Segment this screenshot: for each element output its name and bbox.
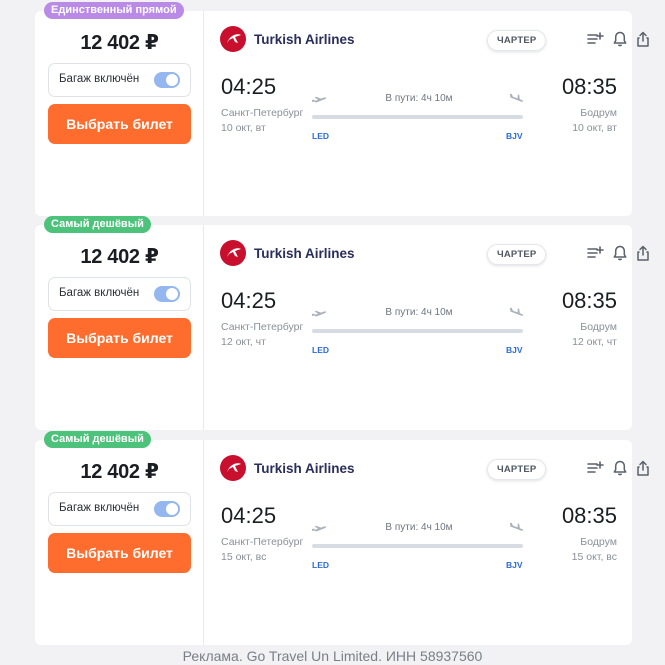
badge-direct: Единственный прямой bbox=[44, 2, 184, 19]
ticket-price: 12 402 ₽ bbox=[80, 246, 159, 268]
route-line bbox=[312, 115, 523, 119]
select-ticket-button[interactable]: Выбрать билет bbox=[48, 533, 191, 573]
arrival-date: 12 окт, чт bbox=[572, 336, 617, 348]
ticket-card: 12 402 ₽ Багаж включён Выбрать билет Tur… bbox=[35, 216, 649, 430]
departure-time: 04:25 bbox=[221, 503, 277, 528]
turkish-airlines-logo bbox=[220, 240, 246, 266]
departure-iata: LED bbox=[312, 560, 329, 570]
ticket-details: Turkish Airlines ЧАРТЕР 04:25 08:35 В пу… bbox=[204, 11, 649, 216]
baggage-label: Багаж включён bbox=[59, 73, 140, 85]
ticket-price: 12 402 ₽ bbox=[80, 32, 159, 54]
plane-landing-icon bbox=[510, 93, 524, 102]
departure-date: 10 окт, вт bbox=[221, 122, 266, 134]
baggage-label: Багаж включён bbox=[59, 502, 140, 514]
plane-landing-icon bbox=[510, 522, 524, 531]
arrival-date: 15 окт, вс bbox=[571, 551, 617, 563]
share-icon[interactable] bbox=[634, 30, 652, 48]
badge-cheapest: Самый дешёвый bbox=[44, 216, 151, 233]
ticket-price-panel: 12 402 ₽ Багаж включён Выбрать билет bbox=[35, 11, 204, 216]
ticket-details: Turkish Airlines ЧАРТЕР 04:25 08:35 В пу… bbox=[204, 225, 649, 430]
select-ticket-button[interactable]: Выбрать билет bbox=[48, 318, 191, 358]
turkish-airlines-logo bbox=[220, 26, 246, 52]
charter-badge: ЧАРТЕР bbox=[487, 244, 547, 265]
departure-iata: LED bbox=[312, 345, 329, 355]
badge-cheapest: Самый дешёвый bbox=[44, 431, 151, 448]
ad-disclaimer: Реклама. Go Travel Un Limited. ИНН 58937… bbox=[182, 648, 483, 664]
departure-city: Санкт-Петербург bbox=[221, 536, 304, 548]
airline-name: Turkish Airlines bbox=[254, 32, 355, 47]
list-plus-icon[interactable] bbox=[586, 244, 604, 262]
departure-date: 15 окт, вс bbox=[221, 551, 267, 563]
departure-iata: LED bbox=[312, 131, 329, 141]
departure-time: 04:25 bbox=[221, 288, 277, 313]
plane-takeoff-icon bbox=[312, 310, 327, 317]
route-line bbox=[312, 329, 523, 333]
arrival-time: 08:35 bbox=[561, 503, 617, 528]
arrival-iata: BJV bbox=[506, 131, 523, 141]
route-line bbox=[312, 544, 523, 548]
ticket-price-panel: 12 402 ₽ Багаж включён Выбрать билет bbox=[35, 440, 204, 645]
arrival-city: Бодрум bbox=[580, 536, 617, 548]
flight-duration: В пути: 4ч 10м bbox=[385, 522, 453, 533]
baggage-label: Багаж включён bbox=[59, 287, 140, 299]
baggage-option[interactable]: Багаж включён bbox=[48, 492, 191, 526]
departure-date: 12 окт, чт bbox=[221, 336, 266, 348]
ticket-details: Turkish Airlines ЧАРТЕР 04:25 08:35 В пу… bbox=[204, 440, 649, 645]
plane-takeoff-icon bbox=[312, 96, 327, 103]
baggage-toggle[interactable] bbox=[154, 286, 180, 302]
bell-icon[interactable] bbox=[611, 459, 629, 477]
flight-duration: В пути: 4ч 10м bbox=[385, 93, 453, 104]
flight-duration: В пути: 4ч 10м bbox=[385, 307, 453, 318]
arrival-date: 10 окт, вт bbox=[572, 122, 617, 134]
baggage-toggle[interactable] bbox=[154, 501, 180, 517]
arrival-time: 08:35 bbox=[561, 74, 617, 99]
arrival-iata: BJV bbox=[506, 560, 523, 570]
bell-icon[interactable] bbox=[611, 244, 629, 262]
ticket-price-panel: 12 402 ₽ Багаж включён Выбрать билет bbox=[35, 225, 204, 430]
ticket-price: 12 402 ₽ bbox=[80, 461, 159, 483]
departure-city: Санкт-Петербург bbox=[221, 107, 304, 119]
baggage-option[interactable]: Багаж включён bbox=[48, 277, 191, 311]
charter-badge: ЧАРТЕР bbox=[487, 459, 547, 480]
ticket-card: 12 402 ₽ Багаж включён Выбрать билет Tur… bbox=[35, 431, 649, 645]
plane-takeoff-icon bbox=[312, 525, 327, 532]
departure-city: Санкт-Петербург bbox=[221, 321, 304, 333]
airline-name: Turkish Airlines bbox=[254, 461, 355, 476]
list-plus-icon[interactable] bbox=[586, 459, 604, 477]
arrival-time: 08:35 bbox=[561, 288, 617, 313]
charter-badge: ЧАРТЕР bbox=[487, 30, 547, 51]
arrival-city: Бодрум bbox=[580, 107, 617, 119]
share-icon[interactable] bbox=[634, 459, 652, 477]
turkish-airlines-logo bbox=[220, 455, 246, 481]
baggage-toggle[interactable] bbox=[154, 72, 180, 88]
plane-landing-icon bbox=[510, 307, 524, 316]
share-icon[interactable] bbox=[634, 244, 652, 262]
select-ticket-button[interactable]: Выбрать билет bbox=[48, 104, 191, 144]
list-plus-icon[interactable] bbox=[586, 30, 604, 48]
baggage-option[interactable]: Багаж включён bbox=[48, 63, 191, 97]
bell-icon[interactable] bbox=[611, 30, 629, 48]
ticket-card: 12 402 ₽ Багаж включён Выбрать билет Tur… bbox=[35, 2, 649, 216]
arrival-city: Бодрум bbox=[580, 321, 617, 333]
airline-name: Turkish Airlines bbox=[254, 246, 355, 261]
departure-time: 04:25 bbox=[221, 74, 277, 99]
arrival-iata: BJV bbox=[506, 345, 523, 355]
